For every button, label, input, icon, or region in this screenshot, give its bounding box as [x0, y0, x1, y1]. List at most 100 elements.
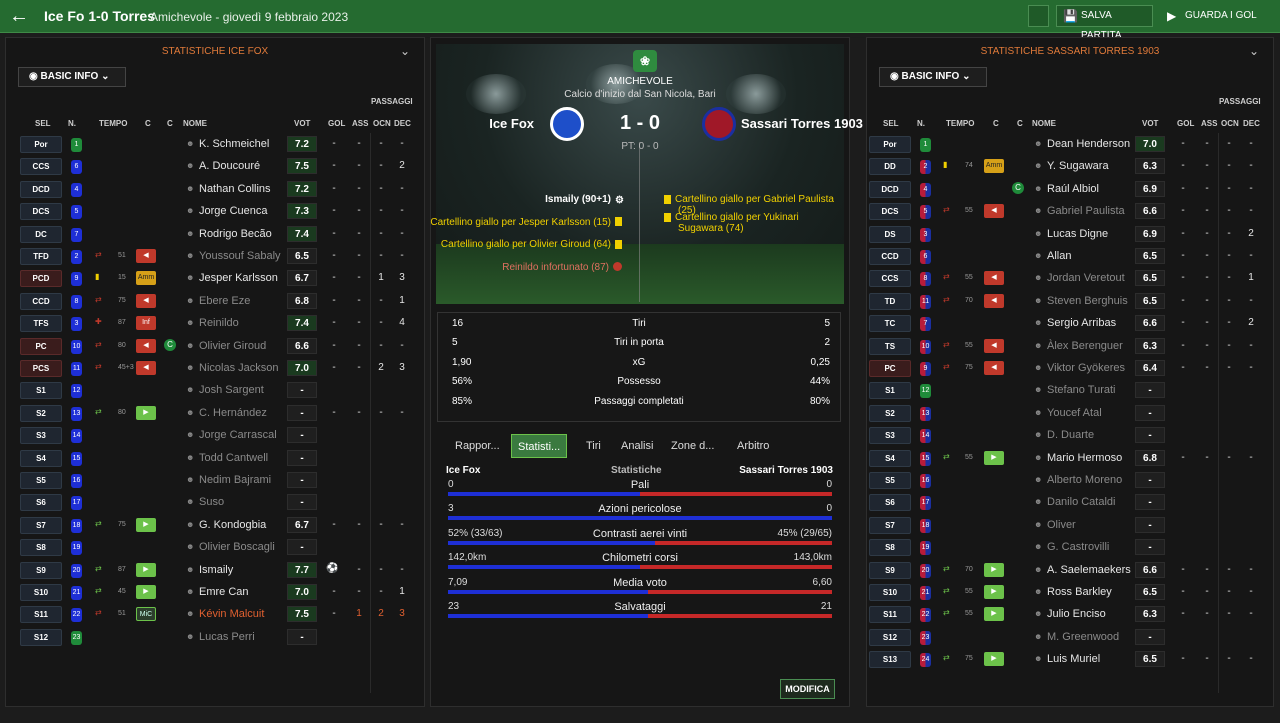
position-badge[interactable]: S2: [869, 404, 911, 422]
col-c1[interactable]: C: [145, 119, 151, 128]
position-badge[interactable]: Por: [20, 136, 62, 153]
position-badge[interactable]: TC: [869, 315, 911, 333]
player-name[interactable]: Ross Barkley: [1047, 586, 1112, 598]
player-name[interactable]: Youssouf Sabaly: [199, 250, 281, 262]
position-badge[interactable]: S3: [20, 427, 62, 445]
player-name[interactable]: Nathan Collins: [199, 183, 271, 195]
position-badge[interactable]: DS: [869, 225, 911, 243]
player-row[interactable]: TS 10 ⇄ 55 ◀ ☻ Àlex Berenguer 6.3 - - - -: [867, 336, 1273, 358]
player-name[interactable]: Lucas Perri: [199, 631, 255, 643]
position-badge[interactable]: S2: [20, 404, 62, 422]
position-badge[interactable]: S3: [869, 427, 911, 445]
col-vot[interactable]: VOT: [294, 119, 310, 128]
away-event[interactable]: Cartellino giallo per Yukinari Sugawara …: [664, 212, 844, 234]
col-tempo[interactable]: TEMPO: [946, 119, 974, 128]
player-name[interactable]: Reinildo: [199, 317, 239, 329]
chevron-down-icon[interactable]: ⌄: [1249, 44, 1259, 58]
tab-1[interactable]: Statisti...: [511, 434, 568, 458]
col-dec[interactable]: DEC: [1243, 119, 1260, 128]
player-name[interactable]: Olivier Giroud: [199, 340, 266, 352]
player-row[interactable]: S7 18 ⇄ 75 ▶ ☻ G. Kondogbia 6.7 - - - -: [6, 515, 424, 537]
position-badge[interactable]: S4: [20, 449, 62, 467]
player-name[interactable]: Luis Muriel: [1047, 653, 1100, 665]
position-badge[interactable]: S11: [20, 606, 62, 624]
player-row[interactable]: S1 12 ☻ Josh Sargent -: [6, 380, 424, 402]
player-name[interactable]: Nedim Bajrami: [199, 474, 271, 486]
col-ocn[interactable]: OCN: [373, 119, 391, 128]
player-name[interactable]: Raúl Albiol: [1047, 183, 1099, 195]
player-row[interactable]: TFS 3 ✚ 87 Inf ☻ Reinildo 7.4 - - - 4: [6, 313, 424, 335]
position-badge[interactable]: S8: [20, 539, 62, 557]
player-name[interactable]: Mario Hermoso: [1047, 452, 1122, 464]
player-name[interactable]: Allan: [1047, 250, 1071, 262]
player-name[interactable]: Emre Can: [199, 586, 249, 598]
player-row[interactable]: Por 1 ☻ K. Schmeichel 7.2 - - - -: [6, 134, 424, 156]
player-row[interactable]: S12 23 ☻ Lucas Perri -: [6, 627, 424, 649]
player-row[interactable]: S13 24 ⇄ 75 ▶ ☻ Luis Muriel 6.5 - - - -: [867, 649, 1273, 671]
position-badge[interactable]: S1: [20, 382, 62, 400]
position-badge[interactable]: S9: [20, 561, 62, 579]
col-ass[interactable]: ASS: [1201, 119, 1217, 128]
player-row[interactable]: S10 21 ⇄ 45 ▶ ☻ Emre Can 7.0 - - - 1: [6, 582, 424, 604]
position-badge[interactable]: TD: [869, 292, 911, 310]
modify-button[interactable]: MODIFICA: [780, 679, 835, 699]
position-badge[interactable]: S7: [20, 516, 62, 534]
player-name[interactable]: G. Kondogbia: [199, 519, 266, 531]
player-row[interactable]: CCS 6 ☻ A. Doucouré 7.5 - - - 2: [6, 156, 424, 178]
player-name[interactable]: Youcef Atal: [1047, 407, 1102, 419]
player-name[interactable]: M. Greenwood: [1047, 631, 1119, 643]
col-vot[interactable]: VOT: [1142, 119, 1158, 128]
player-name[interactable]: Jorge Carrascal: [199, 429, 277, 441]
col-n[interactable]: N.: [917, 119, 925, 128]
player-row[interactable]: Por 1 ☻ Dean Henderson 7.0 - - - -: [867, 134, 1273, 156]
position-badge[interactable]: PCS: [20, 360, 62, 377]
position-badge[interactable]: TFD: [20, 248, 62, 265]
home-event[interactable]: Cartellino giallo per Olivier Giroud (64…: [441, 239, 622, 250]
position-badge[interactable]: TFS: [20, 315, 62, 333]
col-sel[interactable]: SEL: [883, 119, 899, 128]
player-row[interactable]: S4 15 ⇄ 55 ▶ ☻ Mario Hermoso 6.8 - - - -: [867, 448, 1273, 470]
player-name[interactable]: Danilo Cataldi: [1047, 496, 1115, 508]
player-row[interactable]: CCS 8 ⇄ 55 ◀ ☻ Jordan Veretout 6.5 - - - 1: [867, 268, 1273, 290]
player-name[interactable]: Viktor Gyökeres: [1047, 362, 1125, 374]
player-row[interactable]: PC 9 ⇄ 75 ◀ ☻ Viktor Gyökeres 6.4 - - - -: [867, 358, 1273, 380]
player-row[interactable]: S12 23 ☻ M. Greenwood -: [867, 627, 1273, 649]
player-row[interactable]: S3 14 ☻ D. Duarte -: [867, 425, 1273, 447]
player-row[interactable]: S8 19 ☻ G. Castrovilli -: [867, 537, 1273, 559]
home-event[interactable]: Ismaily (90+1) ⚙: [545, 194, 624, 206]
position-badge[interactable]: S7: [869, 516, 911, 534]
player-row[interactable]: S3 14 ☻ Jorge Carrascal -: [6, 425, 424, 447]
tab-0[interactable]: Rappor...: [455, 434, 500, 458]
tab-4[interactable]: Zone d...: [671, 434, 714, 458]
tab-2[interactable]: Tiri: [586, 434, 601, 458]
player-row[interactable]: S8 19 ☻ Olivier Boscagli -: [6, 537, 424, 559]
back-arrow-icon[interactable]: ←: [8, 5, 30, 27]
player-name[interactable]: Jorge Cuenca: [199, 205, 268, 217]
player-name[interactable]: K. Schmeichel: [199, 138, 269, 150]
away-crest-icon[interactable]: [702, 107, 736, 141]
position-badge[interactable]: PC: [20, 337, 62, 355]
position-badge[interactable]: TS: [869, 337, 911, 355]
position-badge[interactable]: DC: [20, 225, 62, 243]
player-name[interactable]: Kévin Malcuit: [199, 608, 264, 620]
player-name[interactable]: Ebere Eze: [199, 295, 250, 307]
player-name[interactable]: Gabriel Paulista: [1047, 205, 1125, 217]
position-badge[interactable]: DCD: [20, 180, 62, 198]
player-row[interactable]: S11 22 ⇄ 55 ▶ ☻ Julio Enciso 6.3 - - - -: [867, 604, 1273, 626]
position-badge[interactable]: CCS: [20, 158, 62, 176]
position-badge[interactable]: S12: [869, 628, 911, 646]
player-row[interactable]: PCD 9 ▮ 15 Amm ☻ Jesper Karlsson 6.7 - - 1 3: [6, 268, 424, 290]
player-name[interactable]: Y. Sugawara: [1047, 160, 1109, 172]
tab-5[interactable]: Arbitro: [737, 434, 769, 458]
position-badge[interactable]: S10: [869, 584, 911, 601]
player-row[interactable]: DS 3 ☻ Lucas Digne 6.9 - - - 2: [867, 224, 1273, 246]
position-badge[interactable]: S5: [20, 472, 62, 489]
player-row[interactable]: S6 17 ☻ Danilo Cataldi -: [867, 492, 1273, 514]
player-row[interactable]: S5 16 ☻ Alberto Moreno -: [867, 470, 1273, 492]
home-event[interactable]: Cartellino giallo per Jesper Karlsson (1…: [430, 217, 622, 228]
player-row[interactable]: DCS 5 ☻ Jorge Cuenca 7.3 - - - -: [6, 201, 424, 223]
position-badge[interactable]: S5: [869, 472, 911, 489]
away-team-name[interactable]: Sassari Torres 1903: [741, 116, 863, 131]
player-name[interactable]: D. Duarte: [1047, 429, 1094, 441]
col-dec[interactable]: DEC: [394, 119, 411, 128]
